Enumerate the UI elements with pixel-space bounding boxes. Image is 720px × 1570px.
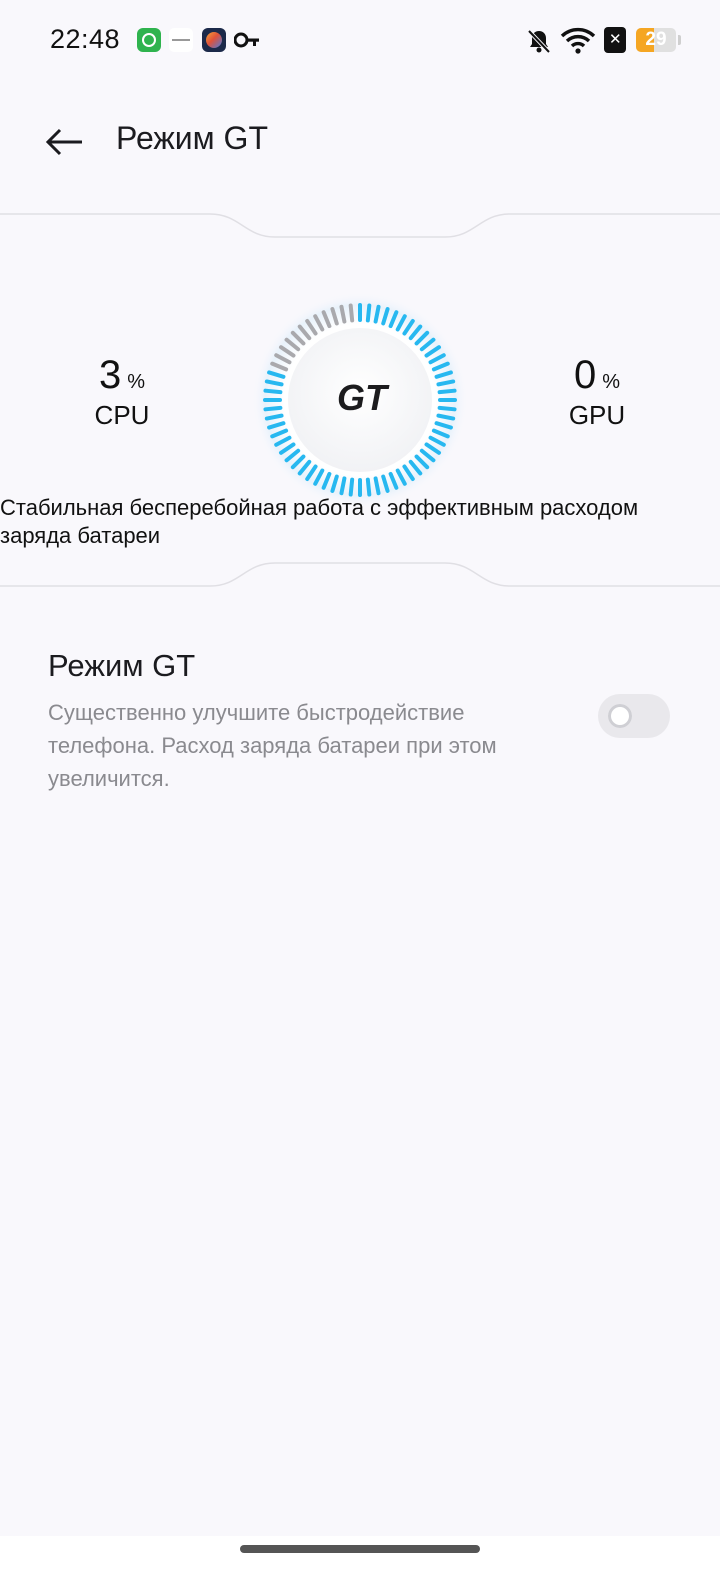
gpu-metric: 0% GPU xyxy=(527,353,667,431)
gt-gauge: GT xyxy=(250,290,470,510)
gt-logo: GT xyxy=(337,377,390,418)
gt-mode-title: Режим GT xyxy=(48,648,196,683)
gauge-tick xyxy=(348,477,355,497)
white-app-icon xyxy=(169,28,193,52)
status-bar: 22:48 29 xyxy=(0,0,720,84)
cpu-unit: % xyxy=(127,371,146,393)
battery-level: 29 xyxy=(645,29,667,50)
gauge-tick xyxy=(263,388,283,395)
gauge-tick xyxy=(263,405,283,412)
arrow-left-icon xyxy=(45,128,82,156)
cpu-metric: 3% CPU xyxy=(52,353,192,431)
gauge-ring: GT xyxy=(252,292,468,508)
gauge-tick xyxy=(365,477,372,497)
battery-tip xyxy=(678,35,681,45)
gauge-tick xyxy=(348,303,355,323)
colour-app-icon xyxy=(202,28,226,52)
battery-icon: 29 xyxy=(636,28,676,52)
navigation-area xyxy=(0,1536,720,1570)
green-app-icon xyxy=(137,28,161,52)
cpu-value: 3 xyxy=(98,353,122,397)
cpu-label: CPU xyxy=(94,400,150,430)
back-button[interactable] xyxy=(40,118,88,166)
gpu-label: GPU xyxy=(568,400,626,430)
gt-mode-toggle[interactable] xyxy=(598,694,670,738)
status-time: 22:48 xyxy=(50,24,121,54)
toggle-knob xyxy=(608,704,632,728)
wifi-icon xyxy=(560,27,596,54)
gauge-tick xyxy=(437,405,457,412)
muted-bell-icon xyxy=(527,29,551,54)
gt-mode-subtitle: Существенно улучшите быстродействие теле… xyxy=(48,700,497,791)
gpu-unit: % xyxy=(602,371,621,393)
mode-description: Стабильная бесперебойная работа с эффект… xyxy=(0,495,639,548)
gpu-value: 0 xyxy=(573,353,597,397)
page-title: Режим GT xyxy=(116,120,268,156)
gauge-tick xyxy=(437,388,457,395)
gauge-tick xyxy=(365,303,372,323)
key-icon xyxy=(234,32,259,48)
sim-off-icon xyxy=(604,27,626,53)
gesture-bar[interactable] xyxy=(240,1545,480,1553)
